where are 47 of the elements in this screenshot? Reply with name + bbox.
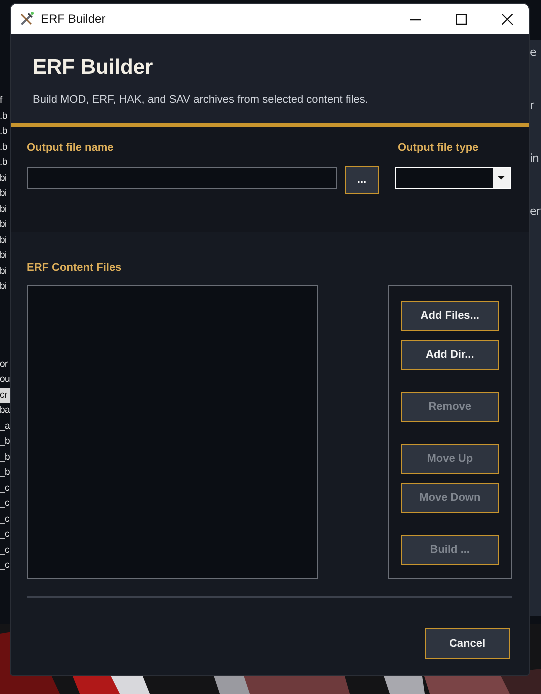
file-name-fragment: .b xyxy=(0,125,8,139)
file-name-fragment: ou xyxy=(0,373,10,387)
dialog-description: Build MOD, ERF, HAK, and SAV archives from selected content files. xyxy=(33,94,370,106)
field-label: Output file name xyxy=(27,142,115,154)
file-name-fragment: or xyxy=(0,358,8,372)
file-name-fragment: _c xyxy=(0,497,10,511)
action-button[interactable]: Add Files... xyxy=(401,301,500,331)
file-name-fragment: _b xyxy=(0,466,10,480)
tools-icon xyxy=(19,11,35,27)
section-label: ERF Content Files xyxy=(27,262,123,274)
file-name-fragment: .b xyxy=(0,110,8,124)
file-name-fragment: _c xyxy=(0,559,10,573)
button-fragment: e xyxy=(530,46,538,59)
file-name-fragment: ba xyxy=(0,404,10,418)
file-name-fragment: f xyxy=(0,94,2,108)
file-name-fragment: _b xyxy=(0,450,10,464)
file-name-fragment: bi xyxy=(0,234,7,248)
file-name-fragment: _c xyxy=(0,482,10,496)
file-name-fragment: bi xyxy=(0,280,7,294)
action-button[interactable]: Add Dir... xyxy=(401,340,500,370)
file-type-dropdown[interactable] xyxy=(395,167,511,189)
file-name-fragment: bi xyxy=(0,218,7,232)
browse-button[interactable]: ... xyxy=(345,166,379,194)
button-fragment: in xyxy=(530,152,540,165)
button-fragment: er xyxy=(530,205,541,218)
field-label: Output file type xyxy=(398,142,480,154)
maximize-icon[interactable] xyxy=(456,14,467,24)
file-name-field[interactable] xyxy=(27,167,337,189)
file-name-fragment: bi xyxy=(0,249,7,263)
file-name-fragment: bi xyxy=(0,264,7,278)
file-name-fragment: _a xyxy=(0,420,10,434)
file-name-fragment: bi xyxy=(0,202,7,216)
file-name-fragment: .b xyxy=(0,156,8,170)
file-name-fragment: _c xyxy=(0,512,10,526)
file-name-fragment: _c xyxy=(0,544,10,558)
file-name-fragment: bi xyxy=(0,187,7,201)
file-name-fragment: _c xyxy=(0,528,10,542)
file-name-fragment: bi xyxy=(0,172,7,186)
caret-icon xyxy=(498,176,505,180)
file-name-fragment: .b xyxy=(0,140,8,154)
button-fragment: r xyxy=(530,99,536,112)
window-title: ERF Builder xyxy=(41,12,106,26)
dialog-heading: ERF Builder xyxy=(33,56,154,80)
close-icon[interactable] xyxy=(502,14,513,24)
cancel-button[interactable]: Cancel xyxy=(425,628,510,659)
file-name-fragment: cr xyxy=(0,388,10,403)
file-name-fragment: _b xyxy=(0,435,10,449)
